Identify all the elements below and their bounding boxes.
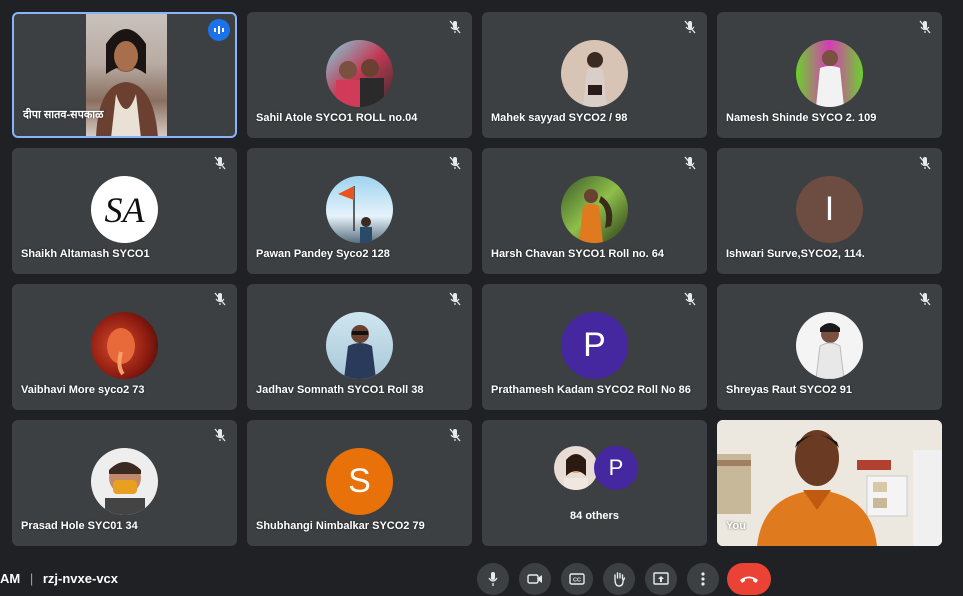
participant-tile[interactable]: Namesh Shinde SYCO 2. 109 bbox=[717, 12, 942, 138]
present-icon bbox=[653, 572, 669, 585]
others-tile[interactable]: P 84 others bbox=[482, 420, 707, 546]
logo-monogram: SA bbox=[104, 189, 145, 230]
captions-icon: CC bbox=[569, 573, 585, 585]
mic-button[interactable] bbox=[477, 563, 509, 595]
avatar bbox=[91, 448, 158, 515]
mic-off-icon bbox=[919, 292, 931, 306]
avatar-letter: P bbox=[583, 326, 606, 364]
mic-off-icon bbox=[684, 156, 696, 170]
mic-icon bbox=[488, 572, 498, 586]
participant-tile[interactable]: Vaibhavi More syco2 73 bbox=[12, 284, 237, 410]
participant-tile-deepa[interactable]: दीपा सातव-सपकाळ bbox=[12, 12, 237, 138]
participant-name: Shubhangi Nimbalkar SYCO2 79 bbox=[256, 520, 425, 532]
end-call-icon bbox=[740, 576, 758, 583]
participant-tile[interactable]: I Ishwari Surve,SYCO2, 114. bbox=[717, 148, 942, 274]
participant-tile[interactable]: Prasad Hole SYC01 34 bbox=[12, 420, 237, 546]
mic-off-icon bbox=[684, 20, 696, 34]
mic-off-icon bbox=[449, 292, 461, 306]
avatar bbox=[561, 176, 628, 243]
self-video bbox=[717, 420, 942, 546]
participant-name: Pawan Pandey Syco2 128 bbox=[256, 248, 390, 260]
participant-name: Prathamesh Kadam SYCO2 Roll No 86 bbox=[491, 384, 691, 396]
raise-hand-icon bbox=[614, 572, 626, 587]
mic-off-icon bbox=[214, 156, 226, 170]
participant-name: Shaikh Altamash SYCO1 bbox=[21, 248, 150, 260]
avatar bbox=[326, 176, 393, 243]
avatar bbox=[796, 40, 863, 107]
mic-off-icon bbox=[214, 428, 226, 442]
avatar-initial: S bbox=[326, 448, 393, 515]
mic-off-icon bbox=[919, 156, 931, 170]
self-video-tile[interactable]: You bbox=[717, 420, 942, 546]
end-call-button[interactable] bbox=[727, 563, 771, 595]
participant-name: Namesh Shinde SYCO 2. 109 bbox=[726, 112, 877, 124]
raise-hand-button[interactable] bbox=[603, 563, 635, 595]
clock-time: AM bbox=[0, 571, 21, 586]
participant-name: Shreyas Raut SYCO2 91 bbox=[726, 384, 852, 396]
svg-text:CC: CC bbox=[573, 578, 581, 584]
avatar bbox=[91, 312, 158, 379]
avatar-initial: I bbox=[796, 176, 863, 243]
separator: | bbox=[29, 571, 34, 586]
participant-name: Jadhav Somnath SYCO1 Roll 38 bbox=[256, 384, 424, 396]
participant-name: Harsh Chavan SYCO1 Roll no. 64 bbox=[491, 248, 664, 260]
participant-name: Ishwari Surve,SYCO2, 114. bbox=[726, 248, 865, 260]
participant-tile[interactable]: P Prathamesh Kadam SYCO2 Roll No 86 bbox=[482, 284, 707, 410]
avatar bbox=[326, 40, 393, 107]
speaking-indicator-icon bbox=[208, 19, 230, 41]
others-avatar-photo bbox=[554, 446, 598, 490]
camera-icon bbox=[527, 574, 542, 584]
avatar-logo: SA bbox=[91, 176, 158, 243]
participant-name: Prasad Hole SYC01 34 bbox=[21, 520, 138, 532]
avatar bbox=[326, 312, 393, 379]
participant-tile[interactable]: Sahil Atole SYCO1 ROLL no.04 bbox=[247, 12, 472, 138]
meeting-code: rzj-nvxe-vcx bbox=[42, 571, 119, 586]
mic-off-icon bbox=[919, 20, 931, 34]
mic-off-icon bbox=[449, 20, 461, 34]
participant-name: Mahek sayyad SYCO2 / 98 bbox=[491, 112, 628, 124]
more-options-button[interactable] bbox=[687, 563, 719, 595]
avatar bbox=[796, 312, 863, 379]
more-options-icon bbox=[701, 572, 705, 586]
self-label: You bbox=[726, 520, 746, 532]
participant-name: Sahil Atole SYCO1 ROLL no.04 bbox=[256, 112, 418, 124]
avatar bbox=[561, 40, 628, 107]
others-avatar-initial: P bbox=[594, 446, 638, 490]
participant-tile[interactable]: Harsh Chavan SYCO1 Roll no. 64 bbox=[482, 148, 707, 274]
meeting-details: AM | rzj-nvxe-vcx bbox=[0, 571, 118, 586]
mic-off-icon bbox=[214, 292, 226, 306]
participant-tile[interactable]: S Shubhangi Nimbalkar SYCO2 79 bbox=[247, 420, 472, 546]
present-button[interactable] bbox=[645, 563, 677, 595]
participant-tile[interactable]: SA Shaikh Altamash SYCO1 bbox=[12, 148, 237, 274]
participant-tile[interactable]: Pawan Pandey Syco2 128 bbox=[247, 148, 472, 274]
others-count-label: 84 others bbox=[570, 510, 619, 522]
mic-off-icon bbox=[449, 428, 461, 442]
participant-tile[interactable]: Jadhav Somnath SYCO1 Roll 38 bbox=[247, 284, 472, 410]
participant-tile[interactable]: Mahek sayyad SYCO2 / 98 bbox=[482, 12, 707, 138]
captions-button[interactable]: CC bbox=[561, 563, 593, 595]
avatar-letter: P bbox=[608, 455, 624, 480]
mic-off-icon bbox=[449, 156, 461, 170]
avatar-letter: S bbox=[348, 462, 371, 500]
avatar-initial: P bbox=[561, 312, 628, 379]
mic-off-icon bbox=[684, 292, 696, 306]
participant-name: Vaibhavi More syco2 73 bbox=[21, 384, 145, 396]
camera-button[interactable] bbox=[519, 563, 551, 595]
participant-tile[interactable]: Shreyas Raut SYCO2 91 bbox=[717, 284, 942, 410]
avatar-letter: I bbox=[824, 190, 835, 228]
participant-name: दीपा सातव-सपकाळ bbox=[23, 109, 104, 121]
